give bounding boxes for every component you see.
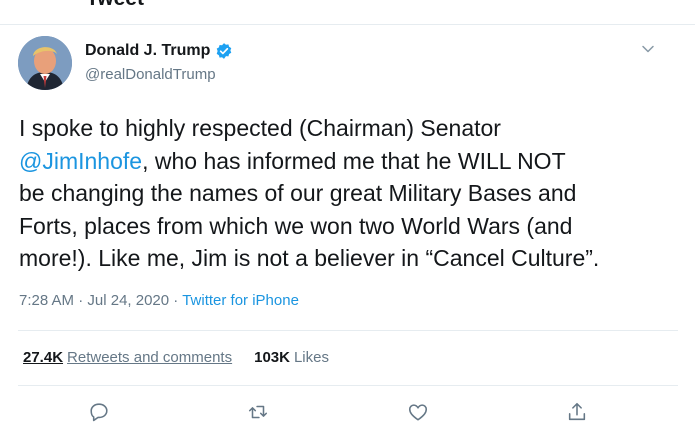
retweets-count[interactable]: 27.4K <box>23 349 63 366</box>
likes-count[interactable]: 103K <box>254 349 290 366</box>
tweet-line-text: I spoke to highly respected (Chairman) S… <box>19 115 501 141</box>
tweet-time[interactable]: 7:28 AM <box>19 292 74 309</box>
page-title: Tweet <box>86 0 144 11</box>
retweets-stat[interactable]: 27.4K Retweets and comments <box>23 349 232 366</box>
page-header: Tweet <box>0 0 695 25</box>
tweet-meta: 7:28 AM · Jul 24, 2020 · Twitter for iPh… <box>19 292 299 309</box>
tweet-source-link[interactable]: Twitter for iPhone <box>182 292 299 309</box>
user-name-row[interactable]: Donald J. Trump <box>85 42 233 60</box>
caret-down-icon[interactable] <box>640 41 656 57</box>
share-icon[interactable] <box>566 401 588 423</box>
avatar[interactable] <box>18 36 72 90</box>
mention-link[interactable]: @JimInhofe <box>19 148 142 174</box>
tweet-line: more!). Like me, Jim is not a believer i… <box>19 242 679 275</box>
user-name[interactable]: Donald J. Trump <box>85 42 210 60</box>
retweet-icon[interactable] <box>247 401 269 423</box>
user-handle[interactable]: @realDonaldTrump <box>85 66 216 83</box>
tweet-line-text: more!). Like me, Jim is not a believer i… <box>19 245 600 271</box>
like-icon[interactable] <box>407 401 429 423</box>
likes-stat[interactable]: 103K Likes <box>254 349 329 366</box>
likes-label[interactable]: Likes <box>294 349 329 366</box>
tweet-line: Forts, places from which we won two Worl… <box>19 210 679 243</box>
divider <box>18 385 678 386</box>
retweets-label[interactable]: Retweets and comments <box>67 349 232 366</box>
engagement-stats: 27.4K Retweets and comments 103K Likes <box>23 349 329 366</box>
tweet-line: @JimInhofe, who has informed me that he … <box>19 145 679 178</box>
meta-separator: · <box>169 292 183 309</box>
tweet-text: I spoke to highly respected (Chairman) S… <box>19 112 679 275</box>
reply-icon[interactable] <box>88 401 110 423</box>
tweet-date[interactable]: Jul 24, 2020 <box>87 292 169 309</box>
tweet-line: I spoke to highly respected (Chairman) S… <box>19 112 679 145</box>
meta-separator: · <box>74 292 88 309</box>
verified-badge-icon <box>215 42 233 60</box>
tweet-line-text: , who has informed me that he WILL NOT <box>142 147 566 174</box>
action-bar <box>0 401 695 425</box>
tweet-line-text: be changing the names of our great Milit… <box>19 180 577 206</box>
tweet-line-text: Forts, places from which we won two Worl… <box>19 212 573 239</box>
divider <box>18 330 678 331</box>
tweet-line: be changing the names of our great Milit… <box>19 177 679 210</box>
